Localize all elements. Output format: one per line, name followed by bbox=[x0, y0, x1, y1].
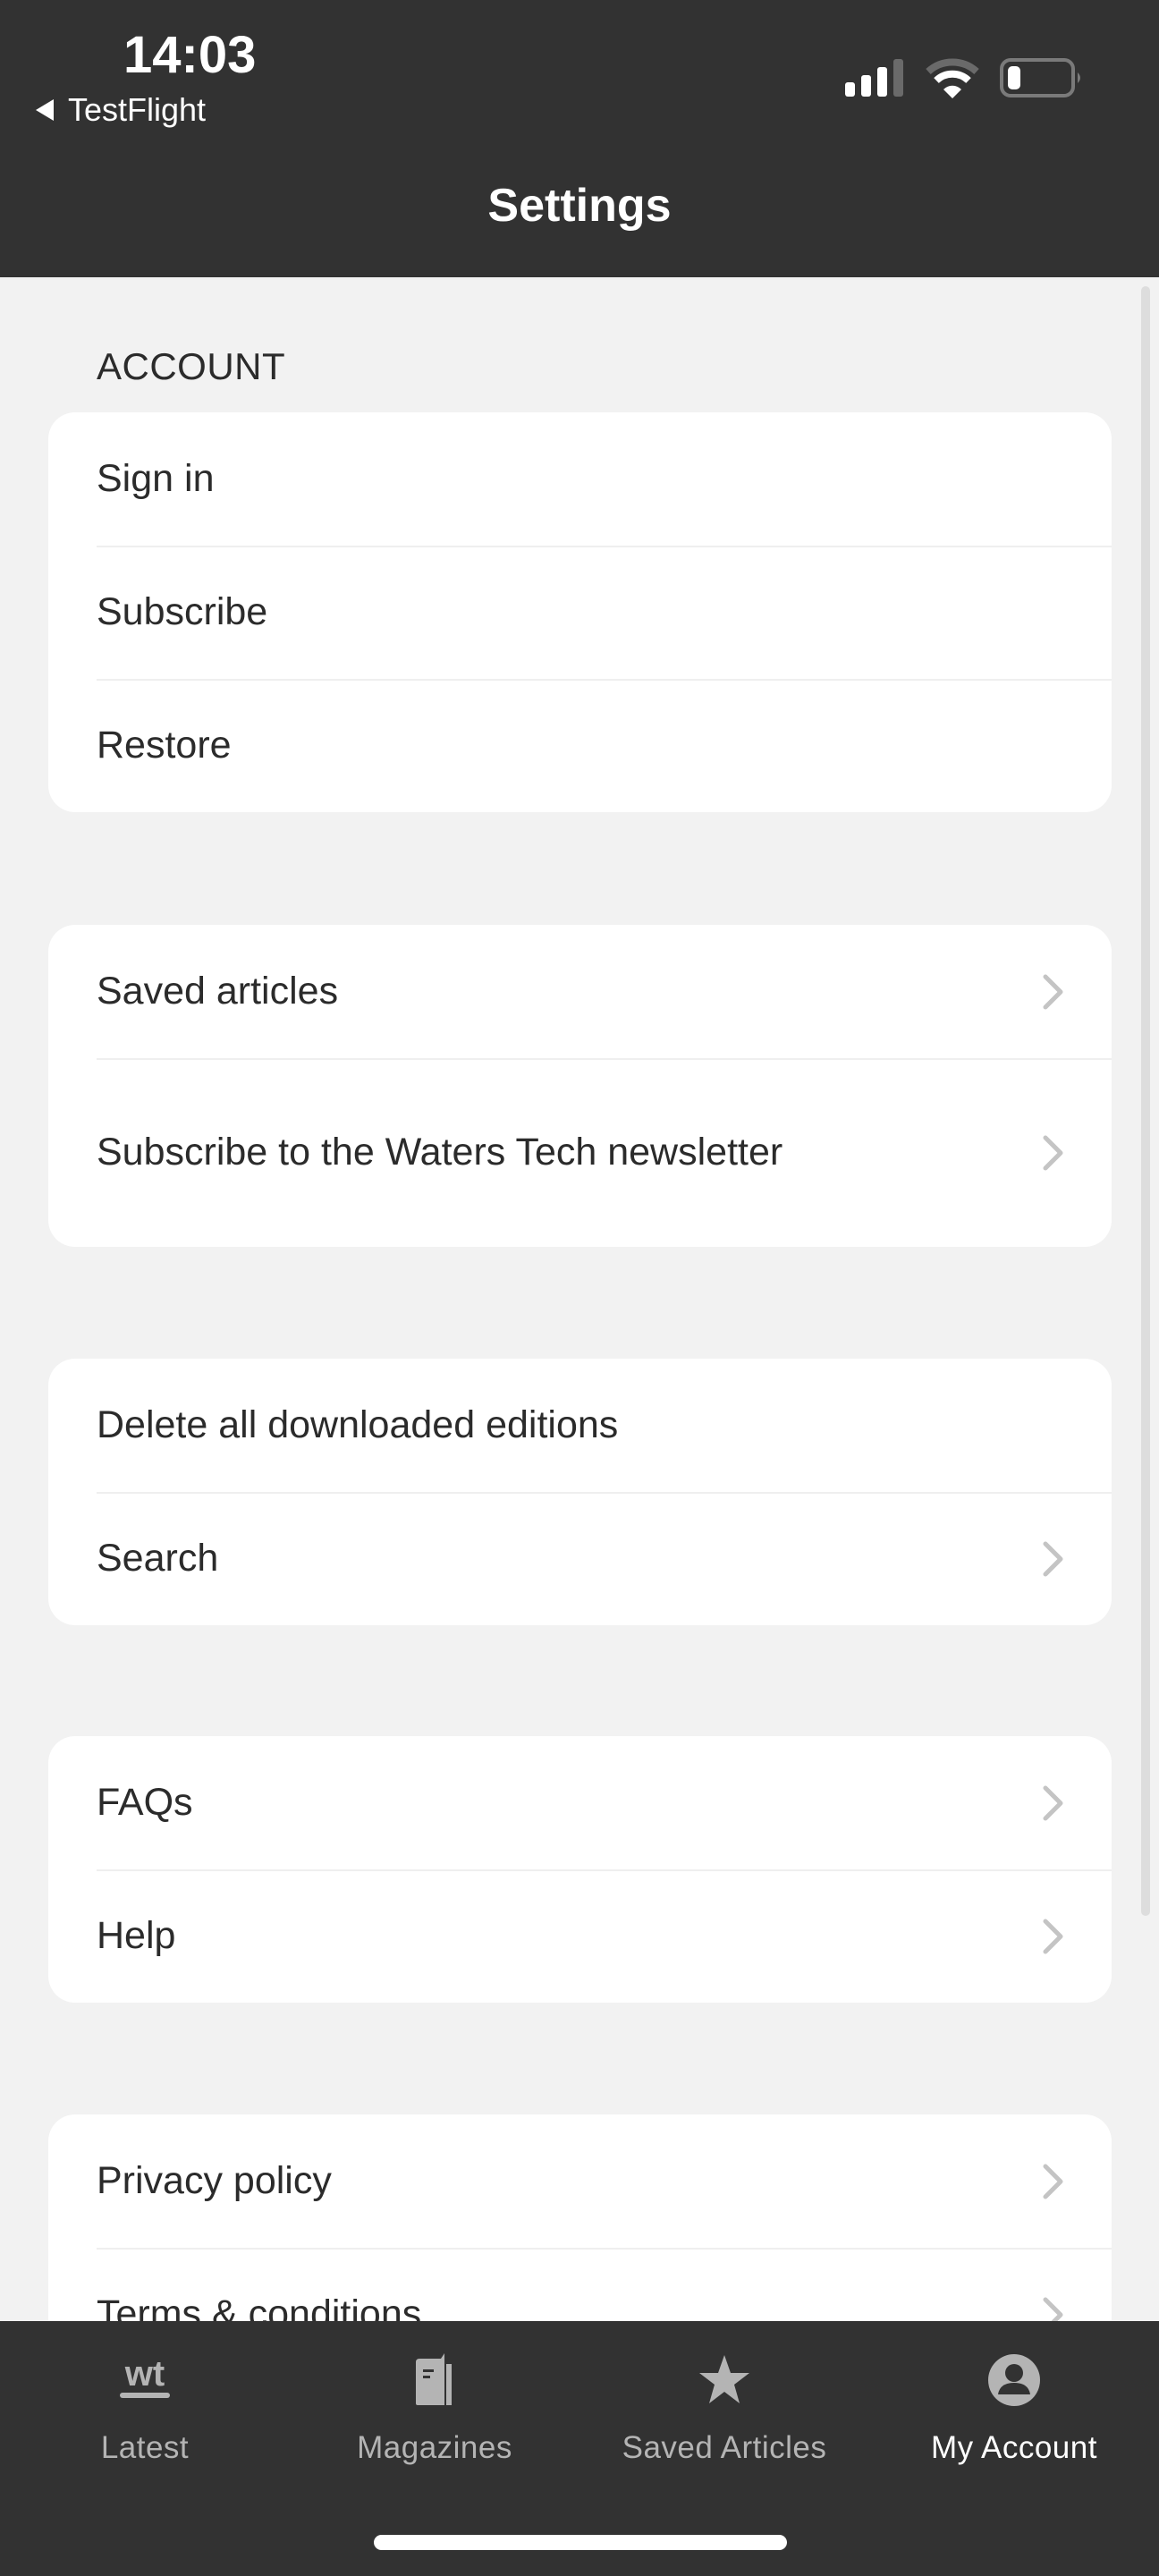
chevron-right-icon bbox=[1043, 1919, 1063, 1953]
status-time: 14:03 bbox=[123, 26, 257, 84]
tab-label: My Account bbox=[931, 2430, 1097, 2465]
row-label: Privacy policy bbox=[97, 2159, 332, 2202]
star-icon bbox=[699, 2355, 749, 2403]
tab-saved-articles[interactable]: Saved Articles bbox=[580, 2321, 869, 2500]
chevron-right-icon bbox=[1043, 1541, 1063, 1576]
settings-row-sign-in[interactable]: Sign in bbox=[48, 412, 1112, 546]
articles-card: Saved articles Subscribe to the Waters T… bbox=[48, 925, 1112, 1247]
wt-logo-icon: wt bbox=[120, 2354, 170, 2398]
downloads-card: Delete all downloaded editions Search bbox=[48, 1359, 1112, 1625]
magazine-icon bbox=[416, 2353, 452, 2405]
settings-row-saved-articles[interactable]: Saved articles bbox=[48, 925, 1112, 1058]
back-app-label: TestFlight bbox=[68, 91, 207, 128]
settings-row-restore[interactable]: Restore bbox=[48, 679, 1112, 812]
tab-my-account[interactable]: My Account bbox=[869, 2321, 1159, 2500]
row-label: Search bbox=[97, 1537, 219, 1580]
settings-row-delete-downloads[interactable]: Delete all downloaded editions bbox=[48, 1359, 1112, 1492]
battery-icon bbox=[1000, 58, 1080, 97]
settings-row-search[interactable]: Search bbox=[48, 1492, 1112, 1625]
tab-label: Saved Articles bbox=[622, 2430, 827, 2465]
settings-row-newsletter[interactable]: Subscribe to the Waters Tech newsletter bbox=[48, 1058, 1112, 1247]
tab-label: Magazines bbox=[357, 2430, 512, 2465]
chevron-right-icon bbox=[1043, 1785, 1063, 1820]
back-triangle-icon bbox=[36, 99, 54, 121]
tab-magazines[interactable]: Magazines bbox=[290, 2321, 580, 2500]
svg-text:wt: wt bbox=[124, 2354, 165, 2394]
section-label-account: ACCOUNT bbox=[97, 345, 286, 387]
row-label: Sign in bbox=[97, 457, 215, 500]
settings-row-help[interactable]: Help bbox=[48, 1869, 1112, 2003]
row-label: Subscribe bbox=[97, 590, 268, 633]
account-icon bbox=[988, 2354, 1040, 2406]
page-title: Settings bbox=[487, 180, 672, 232]
tab-label: Latest bbox=[100, 2430, 190, 2465]
account-card: Sign in Subscribe Restore bbox=[48, 412, 1112, 812]
header: 14:03 TestFlight Settings bbox=[0, 0, 1159, 277]
wifi-icon bbox=[926, 58, 979, 98]
row-label: Saved articles bbox=[97, 970, 339, 1013]
help-card: FAQs Help bbox=[48, 1736, 1112, 2003]
row-label: Delete all downloaded editions bbox=[97, 1403, 619, 1446]
row-label: Help bbox=[97, 1914, 176, 1957]
row-label: FAQs bbox=[97, 1781, 193, 1824]
tab-latest[interactable]: wt Latest bbox=[0, 2321, 290, 2500]
row-label: Restore bbox=[97, 724, 232, 767]
row-label: Subscribe to the Waters Tech newsletter bbox=[97, 1131, 783, 1174]
settings-row-faqs[interactable]: FAQs bbox=[48, 1736, 1112, 1869]
settings-row-subscribe[interactable]: Subscribe bbox=[48, 546, 1112, 679]
chevron-right-icon bbox=[1043, 2164, 1063, 2199]
back-to-app-link[interactable]: TestFlight bbox=[36, 91, 206, 129]
chevron-right-icon bbox=[1043, 1135, 1063, 1170]
settings-row-privacy-policy[interactable]: Privacy policy bbox=[48, 2114, 1112, 2248]
home-indicator[interactable] bbox=[374, 2535, 787, 2550]
cellular-signal-icon bbox=[845, 59, 903, 97]
chevron-right-icon bbox=[1043, 974, 1063, 1009]
scroll-indicator[interactable] bbox=[1141, 286, 1150, 1916]
